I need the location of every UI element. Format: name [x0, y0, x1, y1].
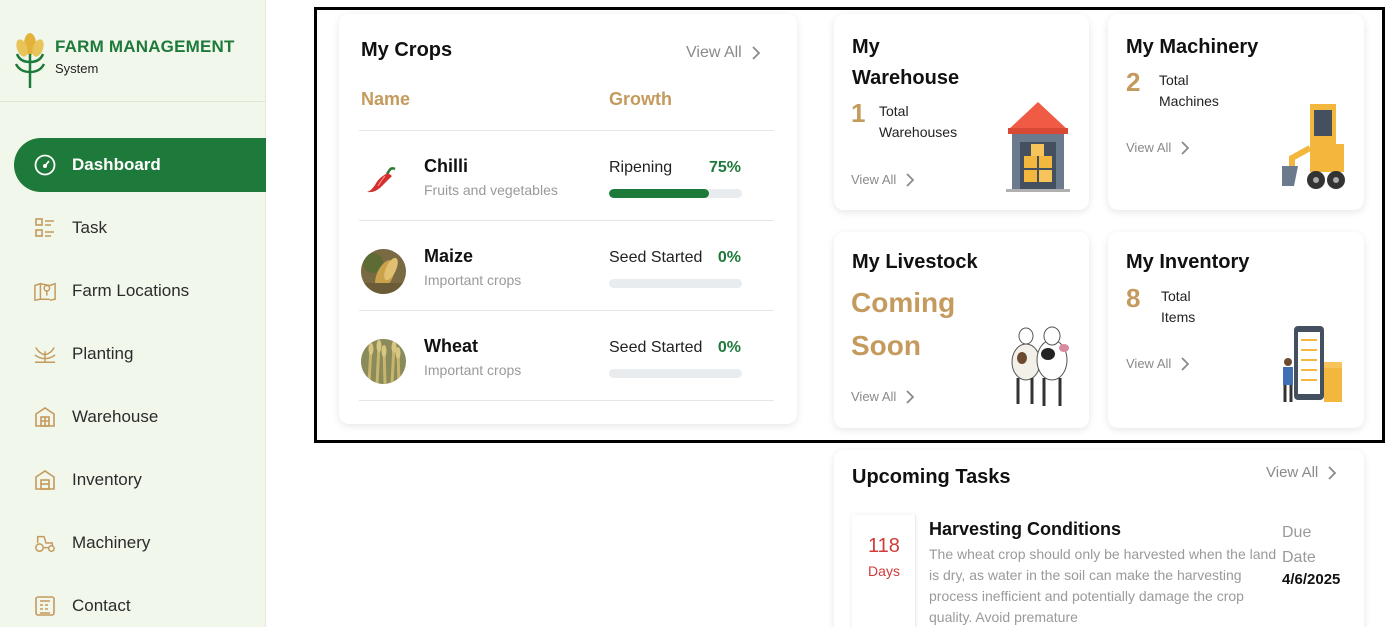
brand-subtitle: System [55, 61, 99, 76]
sidebar-item-farm-locations[interactable]: Farm Locations [14, 264, 266, 318]
due-label-line1: Due [1282, 524, 1312, 541]
wheat-logo-icon [14, 33, 46, 88]
task-days-remaining: 118 Days [852, 515, 916, 627]
task-days-label: Days [868, 563, 900, 579]
task-due-date: 4/6/2025 [1282, 571, 1341, 588]
gauge-icon [34, 154, 56, 176]
sidebar-item-label: Warehouse [72, 407, 159, 426]
task-days-number: 118 [868, 535, 900, 557]
sidebar-item-label: Planting [72, 344, 134, 363]
upcoming-tasks-card: Upcoming Tasks View All 118 Days Harvest… [834, 450, 1364, 627]
sidebar-item-machinery[interactable]: Machinery [14, 516, 266, 570]
tractor-icon [34, 532, 56, 554]
sidebar-item-task[interactable]: Task [14, 201, 266, 255]
brand-title: FARM MANAGEMENT [55, 37, 235, 56]
tasks-title: Upcoming Tasks [852, 466, 1011, 488]
task-name[interactable]: Harvesting Conditions [929, 519, 1121, 540]
sidebar-item-contact[interactable]: Contact [14, 579, 266, 627]
chevron-right-icon [1328, 465, 1337, 480]
contact-icon [34, 595, 56, 617]
sidebar-item-dashboard[interactable]: Dashboard [14, 138, 266, 192]
sidebar-item-planting[interactable]: Planting [14, 327, 266, 381]
sidebar-item-label: Dashboard [72, 155, 161, 174]
sidebar-item-label: Machinery [72, 533, 151, 552]
brand: FARM MANAGEMENT System [0, 0, 266, 102]
sidebar-item-inventory[interactable]: Inventory [14, 453, 266, 507]
task-description: The wheat crop should only be harvested … [929, 546, 1277, 625]
sprout-icon [34, 343, 56, 365]
sidebar-item-warehouse[interactable]: Warehouse [14, 390, 266, 444]
due-label-line2: Date [1282, 549, 1316, 566]
warehouse-icon [34, 406, 56, 428]
task-list-icon [34, 217, 56, 239]
sidebar-item-label: Task [72, 218, 107, 237]
sidebar-item-label: Farm Locations [72, 281, 190, 300]
sidebar-item-label: Contact [72, 596, 131, 615]
sidebar: FARM MANAGEMENT System Dashboard Task Fa… [0, 0, 266, 627]
highlight-frame [314, 7, 1385, 443]
map-pin-icon [34, 280, 56, 302]
inventory-icon [34, 469, 56, 491]
sidebar-item-label: Inventory [72, 470, 142, 489]
view-all-label: View All [1266, 464, 1319, 481]
tasks-view-all-link[interactable]: View All [1266, 464, 1337, 481]
